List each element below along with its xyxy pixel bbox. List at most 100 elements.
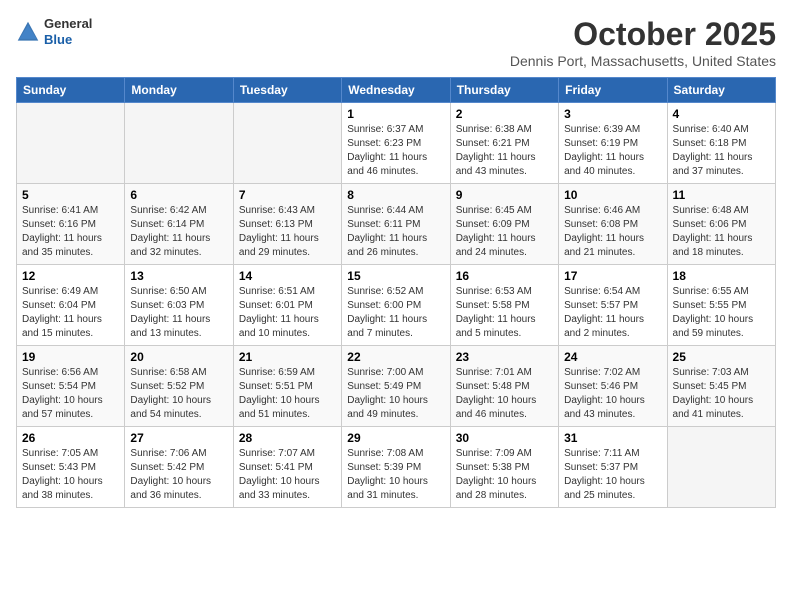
day-info: Sunrise: 6:58 AMSunset: 5:52 PMDaylight:… xyxy=(130,366,227,422)
day-info: Sunrise: 6:38 AMSunset: 6:21 PMDaylight:… xyxy=(456,123,553,179)
day-number: 2 xyxy=(456,107,553,121)
calendar-cell: 20 Sunrise: 6:58 AMSunset: 5:52 PMDayligh… xyxy=(125,346,233,427)
day-number: 15 xyxy=(347,269,444,283)
day-info: Sunrise: 7:05 AMSunset: 5:43 PMDaylight:… xyxy=(22,447,119,503)
weekday-header-thursday: Thursday xyxy=(450,78,558,103)
week-row-2: 12Sunrise: 6:49 AMSunset: 6:04 PMDayligh… xyxy=(17,265,776,346)
calendar-cell: 19 Sunrise: 6:56 AMSunset: 5:54 PMDayligh… xyxy=(17,346,125,427)
day-number: 14 xyxy=(239,269,336,283)
day-info: Sunrise: 6:45 AMSunset: 6:09 PMDaylight:… xyxy=(456,204,553,260)
day-info: Sunrise: 6:41 AMSunset: 6:16 PMDaylight:… xyxy=(22,204,119,260)
calendar-cell: 13Sunrise: 6:50 AMSunset: 6:03 PMDayligh… xyxy=(125,265,233,346)
day-number: 29 xyxy=(347,431,444,445)
day-info: Sunrise: 6:55 AMSunset: 5:55 PMDaylight:… xyxy=(673,285,770,341)
calendar-cell: 30 Sunrise: 7:09 AMSunset: 5:38 PMDayligh… xyxy=(450,427,558,508)
calendar-cell: 24 Sunrise: 7:02 AMSunset: 5:46 PMDayligh… xyxy=(559,346,667,427)
day-number: 3 xyxy=(564,107,661,121)
calendar-cell: 18 Sunrise: 6:55 AMSunset: 5:55 PMDayligh… xyxy=(667,265,775,346)
calendar-cell: 14 Sunrise: 6:51 AMSunset: 6:01 PMDayligh… xyxy=(233,265,341,346)
page-header: General Blue October 2025 Dennis Port, M… xyxy=(16,16,776,69)
day-info: Sunrise: 6:56 AMSunset: 5:54 PMDaylight:… xyxy=(22,366,119,422)
day-number: 21 xyxy=(239,350,336,364)
calendar-cell: 21Sunrise: 6:59 AMSunset: 5:51 PMDayligh… xyxy=(233,346,341,427)
weekday-header-friday: Friday xyxy=(559,78,667,103)
calendar-cell: 9 Sunrise: 6:45 AMSunset: 6:09 PMDaylight… xyxy=(450,184,558,265)
calendar-cell: 8Sunrise: 6:44 AMSunset: 6:11 PMDaylight… xyxy=(342,184,450,265)
calendar-cell: 28Sunrise: 7:07 AMSunset: 5:41 PMDayligh… xyxy=(233,427,341,508)
day-number: 16 xyxy=(456,269,553,283)
calendar-cell: 27 Sunrise: 7:06 AMSunset: 5:42 PMDayligh… xyxy=(125,427,233,508)
calendar-cell: 15 Sunrise: 6:52 AMSunset: 6:00 PMDayligh… xyxy=(342,265,450,346)
day-info: Sunrise: 6:52 AMSunset: 6:00 PMDaylight:… xyxy=(347,285,444,341)
calendar-title: October 2025 xyxy=(510,16,776,53)
day-number: 30 xyxy=(456,431,553,445)
calendar-cell: 3 Sunrise: 6:39 AMSunset: 6:19 PMDaylight… xyxy=(559,103,667,184)
calendar-cell: 17 Sunrise: 6:54 AMSunset: 5:57 PMDayligh… xyxy=(559,265,667,346)
day-info: Sunrise: 7:00 AMSunset: 5:49 PMDaylight:… xyxy=(347,366,444,422)
logo-icon xyxy=(16,20,40,44)
day-info: Sunrise: 7:03 AMSunset: 5:45 PMDaylight:… xyxy=(673,366,770,422)
day-info: Sunrise: 7:06 AMSunset: 5:42 PMDaylight:… xyxy=(130,447,227,503)
calendar-cell: 2 Sunrise: 6:38 AMSunset: 6:21 PMDaylight… xyxy=(450,103,558,184)
day-number: 23 xyxy=(456,350,553,364)
day-info: Sunrise: 7:07 AMSunset: 5:41 PMDaylight:… xyxy=(239,447,336,503)
day-number: 9 xyxy=(456,188,553,202)
calendar-cell: 31 Sunrise: 7:11 AMSunset: 5:37 PMDayligh… xyxy=(559,427,667,508)
week-row-4: 26Sunrise: 7:05 AMSunset: 5:43 PMDayligh… xyxy=(17,427,776,508)
calendar-cell: 22 Sunrise: 7:00 AMSunset: 5:49 PMDayligh… xyxy=(342,346,450,427)
day-number: 6 xyxy=(130,188,227,202)
day-info: Sunrise: 6:49 AMSunset: 6:04 PMDaylight:… xyxy=(22,285,119,341)
day-info: Sunrise: 6:48 AMSunset: 6:06 PMDaylight:… xyxy=(673,204,770,260)
day-info: Sunrise: 7:01 AMSunset: 5:48 PMDaylight:… xyxy=(456,366,553,422)
day-number: 19 xyxy=(22,350,119,364)
day-info: Sunrise: 6:39 AMSunset: 6:19 PMDaylight:… xyxy=(564,123,661,179)
day-number: 27 xyxy=(130,431,227,445)
day-info: Sunrise: 7:02 AMSunset: 5:46 PMDaylight:… xyxy=(564,366,661,422)
calendar-cell: 25 Sunrise: 7:03 AMSunset: 5:45 PMDayligh… xyxy=(667,346,775,427)
day-info: Sunrise: 6:43 AMSunset: 6:13 PMDaylight:… xyxy=(239,204,336,260)
day-number: 17 xyxy=(564,269,661,283)
calendar-cell xyxy=(233,103,341,184)
day-number: 7 xyxy=(239,188,336,202)
day-number: 4 xyxy=(673,107,770,121)
calendar-cell xyxy=(125,103,233,184)
calendar-cell: 16 Sunrise: 6:53 AMSunset: 5:58 PMDayligh… xyxy=(450,265,558,346)
logo-text: General Blue xyxy=(44,16,92,47)
weekday-header-saturday: Saturday xyxy=(667,78,775,103)
day-info: Sunrise: 6:54 AMSunset: 5:57 PMDaylight:… xyxy=(564,285,661,341)
day-info: Sunrise: 6:42 AMSunset: 6:14 PMDaylight:… xyxy=(130,204,227,260)
day-number: 24 xyxy=(564,350,661,364)
calendar-cell: 23 Sunrise: 7:01 AMSunset: 5:48 PMDayligh… xyxy=(450,346,558,427)
day-number: 31 xyxy=(564,431,661,445)
title-area: October 2025 Dennis Port, Massachusetts,… xyxy=(510,16,776,69)
weekday-header-row: SundayMondayTuesdayWednesdayThursdayFrid… xyxy=(17,78,776,103)
day-number: 25 xyxy=(673,350,770,364)
day-info: Sunrise: 6:51 AMSunset: 6:01 PMDaylight:… xyxy=(239,285,336,341)
day-number: 20 xyxy=(130,350,227,364)
calendar-cell: 6 Sunrise: 6:42 AMSunset: 6:14 PMDaylight… xyxy=(125,184,233,265)
calendar-cell: 7 Sunrise: 6:43 AMSunset: 6:13 PMDaylight… xyxy=(233,184,341,265)
day-info: Sunrise: 7:09 AMSunset: 5:38 PMDaylight:… xyxy=(456,447,553,503)
day-number: 22 xyxy=(347,350,444,364)
calendar-cell: 11 Sunrise: 6:48 AMSunset: 6:06 PMDayligh… xyxy=(667,184,775,265)
day-number: 10 xyxy=(564,188,661,202)
day-number: 18 xyxy=(673,269,770,283)
logo-blue-text: Blue xyxy=(44,32,92,48)
day-info: Sunrise: 7:11 AMSunset: 5:37 PMDaylight:… xyxy=(564,447,661,503)
day-info: Sunrise: 6:53 AMSunset: 5:58 PMDaylight:… xyxy=(456,285,553,341)
weekday-header-monday: Monday xyxy=(125,78,233,103)
day-number: 11 xyxy=(673,188,770,202)
week-row-0: 1Sunrise: 6:37 AMSunset: 6:23 PMDaylight… xyxy=(17,103,776,184)
day-info: Sunrise: 6:46 AMSunset: 6:08 PMDaylight:… xyxy=(564,204,661,260)
logo: General Blue xyxy=(16,16,92,47)
day-number: 5 xyxy=(22,188,119,202)
weekday-header-sunday: Sunday xyxy=(17,78,125,103)
day-info: Sunrise: 7:08 AMSunset: 5:39 PMDaylight:… xyxy=(347,447,444,503)
day-info: Sunrise: 6:37 AMSunset: 6:23 PMDaylight:… xyxy=(347,123,444,179)
week-row-1: 5 Sunrise: 6:41 AMSunset: 6:16 PMDaylight… xyxy=(17,184,776,265)
calendar-subtitle: Dennis Port, Massachusetts, United State… xyxy=(510,53,776,69)
calendar-cell: 4Sunrise: 6:40 AMSunset: 6:18 PMDaylight… xyxy=(667,103,775,184)
calendar-cell xyxy=(17,103,125,184)
day-number: 13 xyxy=(130,269,227,283)
logo-general-text: General xyxy=(44,16,92,32)
